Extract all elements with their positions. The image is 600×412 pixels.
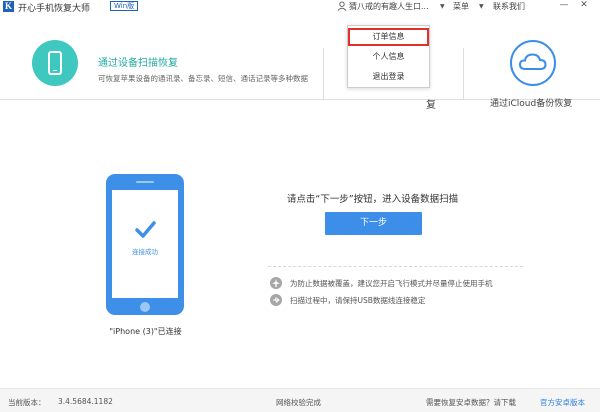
scan-instruction: 请点击“下一步”按钮，进入设备数据扫描 (286, 194, 459, 205)
user-account-menu[interactable]: 猜八戒的有趣人生口... (349, 1, 429, 12)
checkmark-icon (135, 221, 156, 238)
phone-screen: 连接成功 (112, 190, 178, 298)
menu-button[interactable]: 菜单 (453, 1, 469, 12)
cloud-icon (518, 53, 547, 70)
phone-speaker (136, 181, 154, 183)
app-title: 开心手机恢复大师 (18, 4, 91, 14)
airplane-icon (270, 277, 282, 289)
chevron-down-icon: ▼ (440, 3, 445, 10)
version-value: 3.4.5684.1182 (58, 397, 113, 406)
app-logo: K (3, 1, 14, 12)
phone-icon (48, 51, 62, 75)
phone-home-button (140, 302, 150, 312)
icloud-option-icon[interactable] (510, 40, 556, 86)
android-prompt: 需要恢复安卓数据？请下载 (426, 398, 516, 407)
tip-usb-stable: 扫描过程中，请保持USB数据线连接稳定 (290, 296, 426, 305)
recovery-options: 通过设备扫描恢复 可恢复苹果设备的通讯录、备忘录、短信、通话记录等多种数据 复 … (0, 14, 600, 111)
user-dropdown-menu: 订单信息 个人信息 退出登录 (347, 25, 430, 88)
usb-icon (270, 294, 282, 306)
close-button[interactable]: ✕ (578, 0, 590, 10)
edition-badge: Win版 (110, 1, 139, 11)
device-scan-option-icon[interactable] (32, 40, 78, 86)
device-scan-option-title[interactable]: 通过设备扫描恢复 (98, 54, 178, 69)
menu-item-logout[interactable]: 退出登录 (348, 68, 429, 86)
icloud-option-title[interactable]: 通过iCloud备份恢复 (490, 96, 572, 109)
network-status: 网络校验完成 (276, 398, 321, 407)
user-icon (337, 1, 347, 11)
device-connected-caption: "iPhone (3)"已连接 (109, 327, 182, 336)
divider (268, 266, 523, 267)
minimize-button[interactable]: — (558, 0, 570, 10)
title-bar: K 开心手机恢复大师 Win版 猜八戒的有趣人生口... ▼ 菜单 ▼ 联系我们… (0, 0, 600, 14)
chevron-down-icon: ▼ (479, 3, 484, 10)
divider (463, 48, 464, 100)
status-bar: 当前版本： 3.4.5684.1182 网络校验完成 需要恢复安卓数据？请下载 … (0, 388, 600, 412)
next-step-button[interactable]: 下一步 (325, 212, 422, 235)
contact-us-link[interactable]: 联系我们 (493, 1, 525, 12)
device-scan-option-desc: 可恢复苹果设备的通讯录、备忘录、短信、通话记录等多种数据 (98, 74, 308, 83)
connected-phone-illustration: 连接成功 (106, 174, 184, 315)
divider (323, 48, 324, 100)
connected-status: 连接成功 (132, 248, 158, 256)
menu-item-profile[interactable]: 个人信息 (348, 48, 429, 66)
menu-item-order-info[interactable]: 订单信息 (348, 28, 429, 46)
version-label: 当前版本： (8, 398, 46, 407)
android-download-link[interactable]: 官方安卓版本 (540, 397, 585, 408)
tip-airplane-mode: 为防止数据被覆盖，建议您开启飞行模式并尽量停止使用手机 (290, 279, 493, 288)
itunes-option-title[interactable]: 复 (426, 96, 436, 111)
